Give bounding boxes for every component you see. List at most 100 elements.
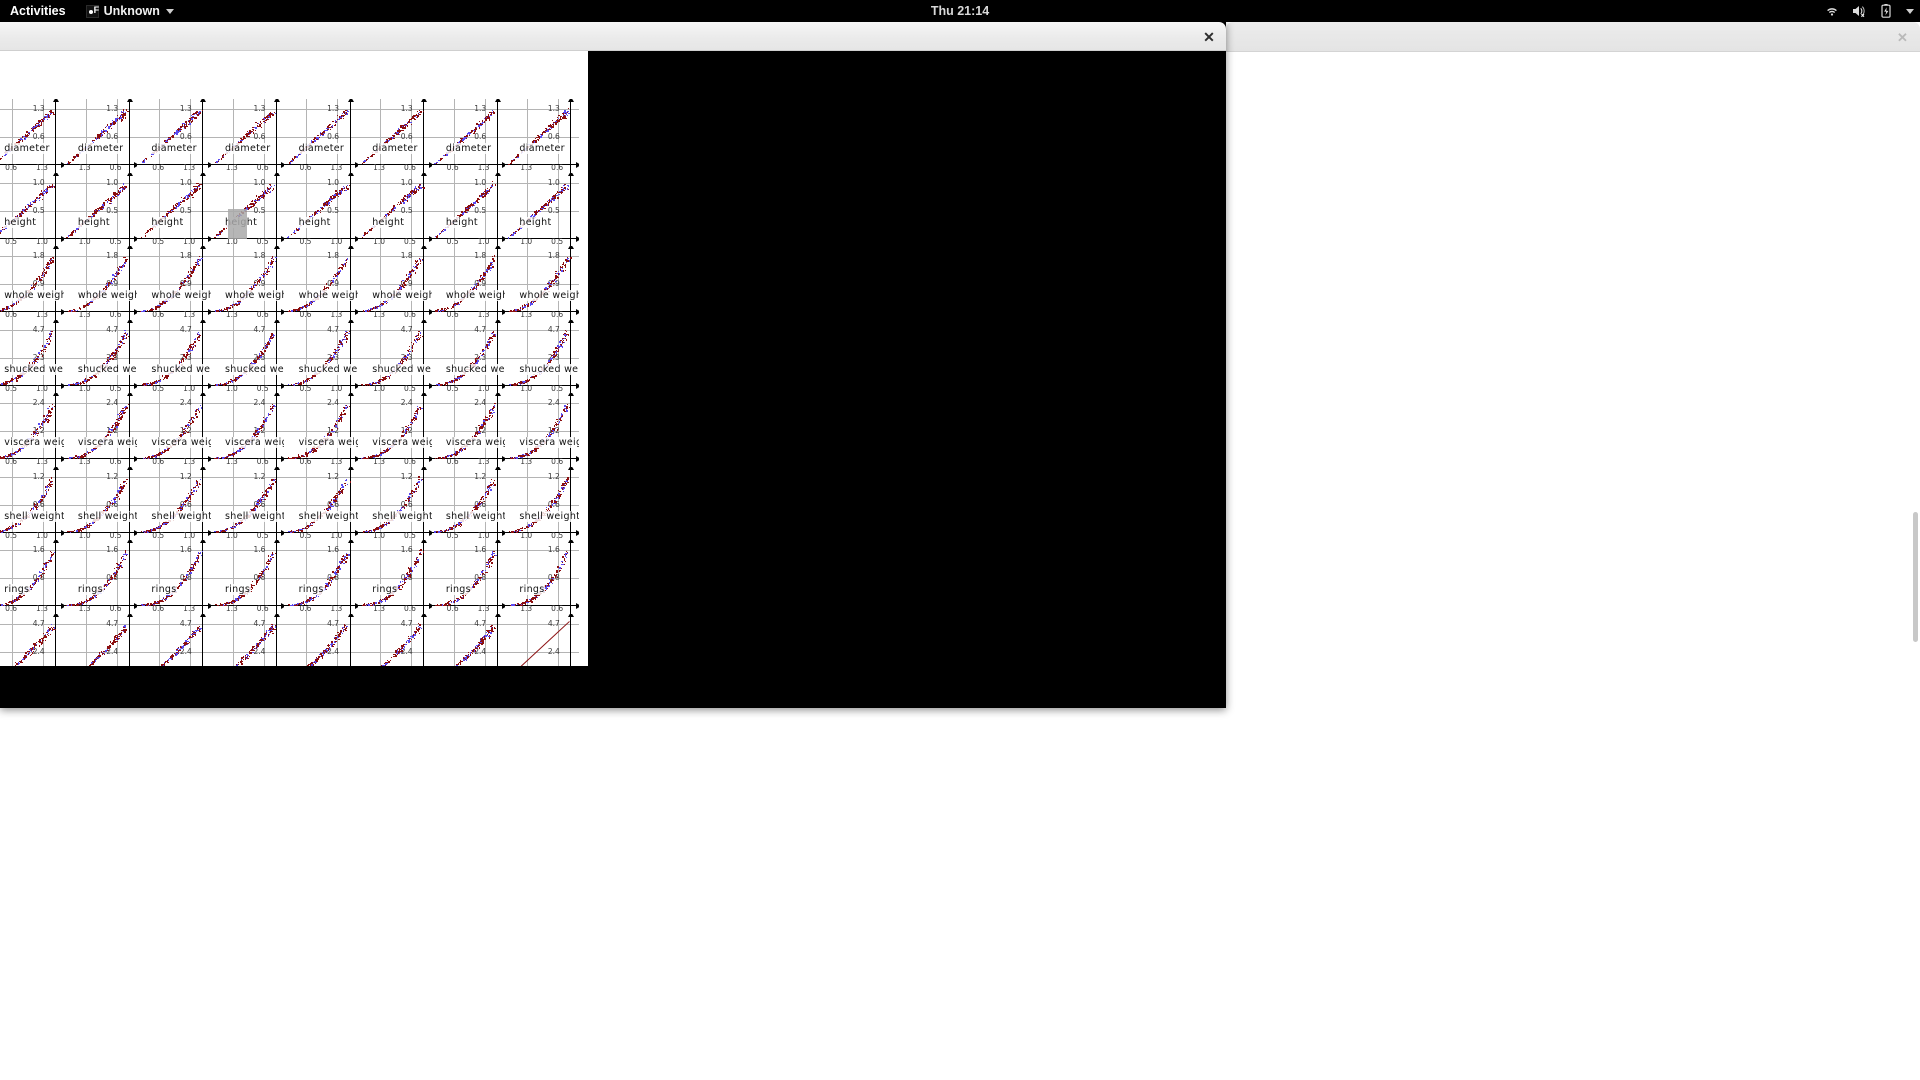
data-point <box>445 310 446 311</box>
scatter-cell[interactable]: 1.80.90.61.3whole weight <box>284 246 358 320</box>
scatter-cell[interactable]: 1.80.91.30.6whole weight <box>211 246 285 320</box>
scatter-cell[interactable]: 1.00.51.00.5height <box>211 173 285 247</box>
data-point <box>101 134 102 135</box>
x-tick-label: 0.6 <box>447 163 459 172</box>
gridline-horizontal <box>505 183 579 184</box>
data-point <box>522 307 523 308</box>
x-tick-label: 0.6 <box>257 310 269 319</box>
data-point <box>49 264 50 265</box>
data-point <box>442 231 443 232</box>
data-point <box>257 279 258 280</box>
scatter-cell[interactable]: 1.00.51.00.5height <box>358 173 432 247</box>
data-point <box>537 211 538 212</box>
data-point <box>109 203 110 204</box>
activities-button[interactable]: Activities <box>0 0 78 22</box>
scatter-cell[interactable]: 1.30.60.61.3diameter <box>0 99 64 173</box>
scatter-cell[interactable]: 1.80.90.61.3whole weight <box>137 246 211 320</box>
gridline-horizontal <box>137 358 211 359</box>
data-point <box>187 276 188 277</box>
data-point <box>343 188 344 189</box>
data-point <box>48 187 49 188</box>
clock[interactable]: Thu 21:14 <box>0 0 1920 22</box>
scatter-cell[interactable]: 1.00.51.00.5height <box>64 173 138 247</box>
data-point <box>267 190 268 191</box>
scatter-cell[interactable]: 1.80.91.30.6whole weight <box>505 246 579 320</box>
app-menu-button[interactable]: Unknown <box>78 4 182 18</box>
data-point <box>73 309 74 310</box>
y-tick-label: 1.8 <box>327 251 339 260</box>
data-point <box>492 258 493 259</box>
data-point <box>107 131 108 132</box>
scatter-cell[interactable]: 1.80.90.61.3whole weight <box>0 246 64 320</box>
data-point <box>466 208 467 209</box>
scatter-cell[interactable]: 1.30.61.30.6diameter <box>505 99 579 173</box>
y-tick-label: 1.3 <box>327 104 339 113</box>
scatter-cell[interactable]: 4.72.30.51.0shucked weight <box>0 320 64 394</box>
data-point <box>298 229 299 230</box>
data-point <box>327 130 328 131</box>
background-window-scrollbar[interactable] <box>1913 512 1918 642</box>
scatter-cell[interactable]: 1.80.91.30.6whole weight <box>64 246 138 320</box>
y-tick-label: 0.6 <box>253 132 265 141</box>
data-point <box>180 202 181 203</box>
data-point <box>253 132 254 133</box>
system-tray[interactable] <box>1824 0 1914 22</box>
data-point <box>181 127 182 128</box>
volume-muted-icon[interactable] <box>1851 3 1867 19</box>
scatter-cell[interactable]: 1.80.91.30.6whole weight <box>358 246 432 320</box>
scatter-cell[interactable]: 1.00.50.51.0height <box>0 173 64 247</box>
scatter-cell[interactable]: 1.30.61.30.6diameter <box>64 99 138 173</box>
data-point <box>264 121 265 122</box>
data-point <box>544 208 545 209</box>
scatter-cell[interactable]: 1.00.50.51.0height <box>284 173 358 247</box>
background-window-titlebar[interactable]: ✕ <box>1226 22 1920 52</box>
scatter-cell[interactable]: 4.72.31.00.5shucked weight <box>211 320 285 394</box>
scatter-cell[interactable]: 1.00.51.00.5height <box>505 173 579 247</box>
scatter-cell[interactable]: 1.80.90.61.3whole weight <box>432 246 506 320</box>
data-point <box>80 383 81 384</box>
scatter-cell[interactable]: 1.30.61.30.6diameter <box>211 99 285 173</box>
scatter-cell[interactable]: 4.72.30.51.0shucked weight <box>137 320 211 394</box>
x-axis <box>64 164 136 165</box>
scatter-cell[interactable]: 1.00.50.51.0height <box>137 173 211 247</box>
tray-chevron-down-icon[interactable] <box>1906 9 1914 14</box>
data-point <box>73 384 74 385</box>
scatter-matrix-canvas[interactable]: 1.30.60.61.3diameter1.30.61.30.6diameter… <box>0 51 588 666</box>
scatter-cell[interactable]: 1.30.60.61.3diameter <box>284 99 358 173</box>
data-point <box>114 279 115 280</box>
scatter-cell[interactable]: 4.72.31.00.5shucked weight <box>64 320 138 394</box>
data-point <box>105 286 106 287</box>
plot-window[interactable]: ✕ 1.30.60.61.3diameter1.30.61.30.6diamet… <box>0 22 1226 708</box>
plot-window-titlebar[interactable]: ✕ <box>0 22 1226 51</box>
plot-window-close-button[interactable]: ✕ <box>1200 28 1218 46</box>
data-point <box>452 306 453 307</box>
data-point <box>187 349 188 350</box>
background-window-close-button[interactable]: ✕ <box>1894 29 1911 46</box>
data-point <box>128 336 129 337</box>
y-tick-label: 0.5 <box>180 206 192 215</box>
data-point <box>16 303 17 304</box>
data-point <box>293 232 294 233</box>
scatter-cell[interactable]: 1.00.50.51.0height <box>432 173 506 247</box>
y-tick-label: 0.6 <box>106 132 118 141</box>
data-point <box>420 111 421 112</box>
data-point <box>371 227 372 228</box>
scatter-cell[interactable]: 1.30.60.61.3diameter <box>432 99 506 173</box>
data-point <box>423 111 424 112</box>
data-point <box>45 349 46 350</box>
data-point <box>52 261 53 262</box>
battery-charging-icon[interactable] <box>1878 3 1894 19</box>
data-point <box>247 131 248 132</box>
x-axis <box>211 311 283 312</box>
data-point <box>551 286 552 287</box>
data-point <box>400 131 401 132</box>
scatter-cell[interactable]: 1.30.60.61.3diameter <box>137 99 211 173</box>
scatter-cell[interactable]: 1.30.61.30.6diameter <box>358 99 432 173</box>
data-point <box>127 111 128 112</box>
data-point <box>151 384 152 385</box>
x-axis <box>284 164 356 165</box>
wifi-icon[interactable] <box>1824 3 1840 19</box>
background-window[interactable]: ✕ <box>1226 22 1920 1080</box>
scatter-plot-matrix[interactable]: 1.30.60.61.3diameter1.30.61.30.6diameter… <box>0 51 588 666</box>
variable-label: whole weight <box>298 290 358 301</box>
